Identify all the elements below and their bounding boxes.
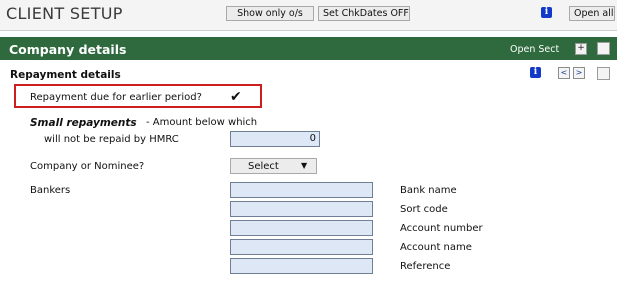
subsection-title: Repayment details — [10, 69, 121, 81]
section-title: Company details — [9, 42, 127, 57]
select-value: Select — [248, 161, 279, 172]
small-repayments-description: - Amount below which — [146, 117, 258, 128]
section-checkbox[interactable] — [597, 42, 610, 55]
bank-name-label: Bank name — [400, 185, 457, 196]
previous-arrow-icon[interactable]: < — [558, 67, 570, 79]
account-number-input[interactable] — [230, 220, 373, 236]
open-sect-label[interactable]: Open Sect — [510, 44, 559, 55]
show-only-outstanding-button[interactable]: Show only o/s — [226, 6, 314, 21]
repayment-due-checkbox[interactable]: ✔ — [230, 89, 242, 105]
sort-code-label: Sort code — [400, 204, 448, 215]
info-icon[interactable]: i — [530, 67, 541, 78]
expand-plus-icon[interactable]: + — [575, 43, 587, 55]
reference-label: Reference — [400, 261, 451, 272]
chevron-down-icon: ▼ — [301, 161, 308, 170]
account-name-label: Account name — [400, 242, 472, 253]
small-repayments-description-line2: will not be repaid by HMRC — [44, 134, 179, 145]
reference-input[interactable] — [230, 258, 373, 274]
repayment-due-label: Repayment due for earlier period? — [30, 92, 202, 103]
subsection-checkbox[interactable] — [597, 67, 610, 80]
next-arrow-icon[interactable]: > — [573, 67, 585, 79]
small-repayments-title: Small repayments — [30, 117, 137, 129]
account-name-input[interactable] — [230, 239, 373, 255]
info-icon[interactable]: i — [541, 7, 552, 18]
small-repayments-input[interactable]: 0 — [230, 131, 320, 147]
bank-name-input[interactable] — [230, 182, 373, 198]
sort-code-input[interactable] — [230, 201, 373, 217]
page-title: CLIENT SETUP — [6, 4, 123, 23]
open-all-button[interactable]: Open all — [569, 6, 615, 21]
account-number-label: Account number — [400, 223, 483, 234]
bankers-label: Bankers — [30, 185, 71, 196]
company-or-nominee-label: Company or Nominee? — [30, 161, 145, 172]
set-chkdates-off-button[interactable]: Set ChkDates OFF — [318, 6, 410, 21]
